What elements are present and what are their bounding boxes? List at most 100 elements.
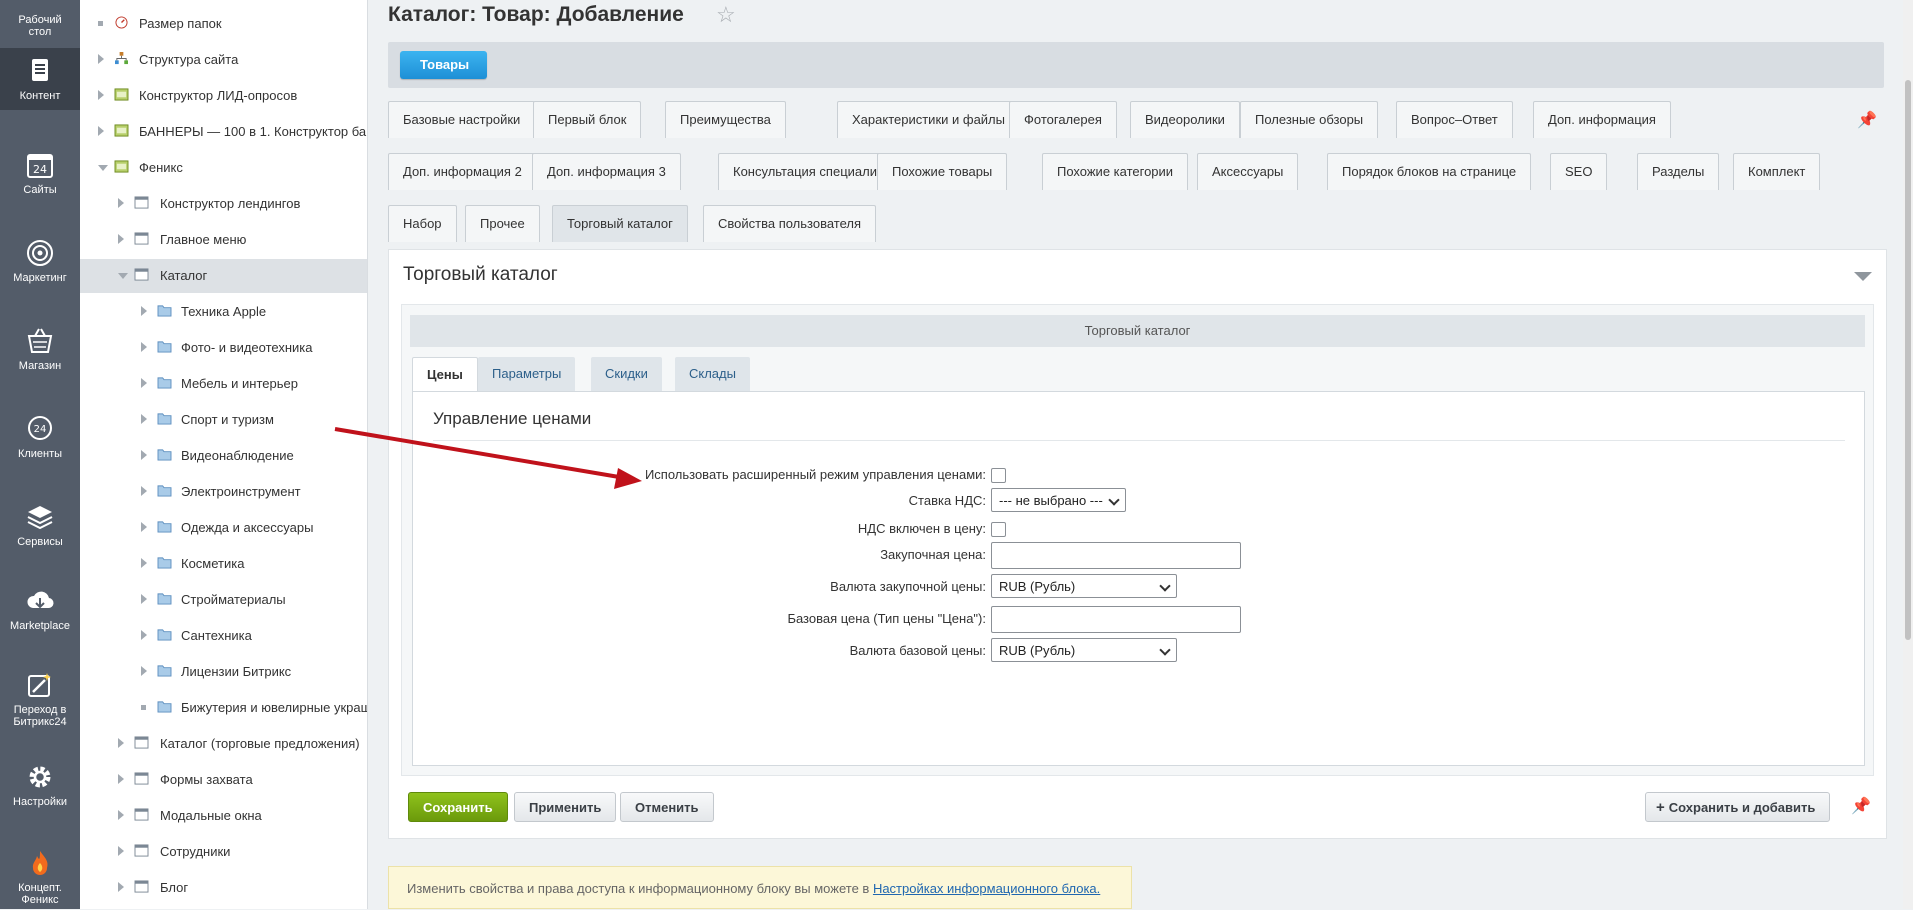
tree-collapse-icon[interactable] <box>118 273 128 279</box>
vat-included-checkbox[interactable] <box>991 522 1006 537</box>
tree-expand-icon[interactable] <box>98 126 104 136</box>
tree-expand-icon[interactable] <box>118 774 124 784</box>
tree-item[interactable]: Структура сайта <box>80 43 367 77</box>
tree-item[interactable]: Главное меню <box>80 223 367 257</box>
form-tab[interactable]: Похожие товары <box>877 153 1008 190</box>
form-tab[interactable]: Комплект <box>1733 153 1821 190</box>
tree-expand-icon[interactable] <box>141 666 147 676</box>
form-tab[interactable]: Похожие категории <box>1042 153 1189 190</box>
form-tab[interactable]: Фотогалерея <box>1009 101 1117 138</box>
tree-expand-icon[interactable] <box>118 738 124 748</box>
subtab-prices[interactable]: Цены <box>412 357 478 392</box>
form-tab[interactable]: Характеристики и файлы <box>837 101 1020 138</box>
tree-item[interactable]: Бижутерия и ювелирные украш <box>80 691 367 725</box>
tree-item[interactable]: Спорт и туризм <box>80 403 367 437</box>
tree-expand-icon[interactable] <box>118 882 124 892</box>
tree-expand-icon[interactable] <box>118 234 124 244</box>
advanced-mode-checkbox[interactable] <box>991 468 1006 483</box>
favorite-star-icon[interactable]: ☆ <box>716 2 736 28</box>
save-button[interactable]: Сохранить <box>408 792 508 822</box>
tree-item[interactable]: Видеонаблюдение <box>80 439 367 473</box>
save-and-add-button[interactable]: + Сохранить и добавить <box>1645 792 1831 822</box>
tree-item[interactable]: Размер папок <box>80 7 367 41</box>
rail-item-marketplace[interactable]: Marketplace <box>0 586 80 632</box>
form-tab[interactable]: Доп. информация <box>1533 101 1671 138</box>
rail-item-services[interactable]: Сервисы <box>0 502 80 548</box>
rail-item-concept[interactable]: Концепт. Феникс <box>0 848 80 906</box>
form-tab[interactable]: SEO <box>1550 153 1608 190</box>
tree-item[interactable]: Каталог <box>80 259 367 293</box>
cancel-button[interactable]: Отменить <box>620 792 714 822</box>
tree-item[interactable]: Стройматериалы <box>80 583 367 617</box>
tree-expand-icon[interactable] <box>141 450 147 460</box>
rail-item-settings[interactable]: Настройки <box>0 762 80 808</box>
vat-rate-select[interactable]: --- не выбрано --- <box>991 488 1126 512</box>
form-tab[interactable]: Вопрос–Ответ <box>1396 101 1513 138</box>
form-tab[interactable]: Первый блок <box>533 101 642 138</box>
tree-expand-icon[interactable] <box>118 846 124 856</box>
form-tab[interactable]: Порядок блоков на странице <box>1327 153 1532 190</box>
form-tab[interactable]: Доп. информация 3 <box>532 153 681 190</box>
pin-icon[interactable]: 📌 <box>1851 796 1871 816</box>
tree-expand-icon[interactable] <box>118 810 124 820</box>
tree-item[interactable]: БАННЕРЫ — 100 в 1. Конструктор ба <box>80 115 367 149</box>
form-tab[interactable]: Прочее <box>465 205 540 242</box>
form-tab[interactable]: Разделы <box>1637 153 1720 190</box>
tree-expand-icon[interactable] <box>141 630 147 640</box>
tree-expand-icon[interactable] <box>141 342 147 352</box>
tree-item[interactable]: Феникс <box>80 151 367 185</box>
form-tab[interactable]: Аксессуары <box>1197 153 1299 190</box>
tree-item[interactable]: Лицензии Битрикс <box>80 655 367 689</box>
purchase-price-input[interactable] <box>991 542 1241 569</box>
tree-expand-icon[interactable] <box>141 378 147 388</box>
tree-item[interactable]: Одежда и аксессуары <box>80 511 367 545</box>
subtab-params[interactable]: Параметры <box>478 357 576 391</box>
tree-expand-icon[interactable] <box>141 486 147 496</box>
tree-item[interactable]: Модальные окна <box>80 799 367 833</box>
rail-item-desktop[interactable]: Рабочий стол <box>0 10 80 50</box>
tree-expand-icon[interactable] <box>98 54 104 64</box>
tree-item[interactable]: Сантехника <box>80 619 367 653</box>
breadcrumb-item-goods[interactable]: Товары <box>400 51 488 79</box>
tree-item[interactable]: Фото- и видеотехника <box>80 331 367 365</box>
tree-item[interactable]: Формы захвата <box>80 763 367 797</box>
tree-collapse-icon[interactable] <box>98 165 108 171</box>
tree-expand-icon[interactable] <box>98 90 104 100</box>
form-tab[interactable]: Видеоролики <box>1130 101 1240 138</box>
rail-item-sites[interactable]: 24 Сайты <box>0 150 80 196</box>
tree-expand-icon[interactable] <box>141 306 147 316</box>
form-tab[interactable]: Торговый каталог <box>552 205 688 242</box>
rail-item-bitrix24[interactable]: Переход в Битрикс24 <box>0 670 80 728</box>
form-tab[interactable]: Базовые настройки <box>388 101 536 138</box>
tree-item[interactable]: Блог <box>80 871 367 905</box>
form-tab[interactable]: Преимущества <box>665 101 786 138</box>
form-tab[interactable]: Набор <box>388 205 457 242</box>
tree-item[interactable]: Каталог (торговые предложения) <box>80 727 367 761</box>
tree-item[interactable]: Техника Apple <box>80 295 367 329</box>
purchase-currency-select[interactable]: RUB (Рубль) <box>991 574 1177 598</box>
scrollbar-thumb[interactable] <box>1905 80 1911 640</box>
form-tab[interactable]: Полезные обзоры <box>1240 101 1379 138</box>
rail-item-content[interactable]: Контент <box>0 48 80 110</box>
tree-item[interactable]: Конструктор ЛИД-опросов <box>80 79 367 113</box>
pin-icon[interactable]: 📌 <box>1857 110 1877 130</box>
subtab-discounts[interactable]: Скидки <box>591 357 662 391</box>
subtab-warehouses[interactable]: Склады <box>675 357 750 391</box>
tree-item[interactable]: Косметика <box>80 547 367 581</box>
collapse-chevron-icon[interactable] <box>1854 272 1872 281</box>
rail-item-shop[interactable]: Магазин <box>0 326 80 372</box>
tree-leaf-dot-icon[interactable] <box>98 21 103 26</box>
tree-expand-icon[interactable] <box>141 558 147 568</box>
iblock-settings-link[interactable]: Настройках информационного блока. <box>873 881 1100 896</box>
form-tab[interactable]: Свойства пользователя <box>703 205 877 242</box>
base-currency-select[interactable]: RUB (Рубль) <box>991 638 1177 662</box>
form-tab[interactable]: Доп. информация 2 <box>388 153 537 190</box>
rail-item-marketing[interactable]: Маркетинг <box>0 238 80 284</box>
tree-expand-icon[interactable] <box>141 594 147 604</box>
tree-item[interactable]: Мебель и интерьер <box>80 367 367 401</box>
rail-item-clients[interactable]: 24 Клиенты <box>0 414 80 460</box>
tree-item[interactable]: Конструктор лендингов <box>80 187 367 221</box>
tree-expand-icon[interactable] <box>141 414 147 424</box>
tree-leaf-dot-icon[interactable] <box>141 705 146 710</box>
tree-item[interactable]: Электроинструмент <box>80 475 367 509</box>
